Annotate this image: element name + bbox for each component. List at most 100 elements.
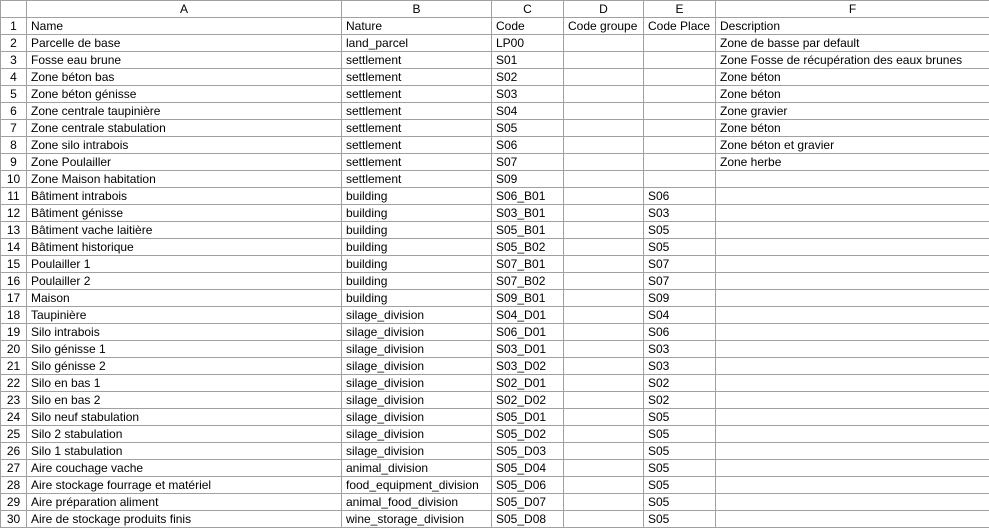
- cell[interactable]: S04: [644, 307, 716, 324]
- row-number[interactable]: 20: [1, 341, 27, 358]
- col-header-b[interactable]: B: [342, 1, 492, 18]
- cell[interactable]: Zone béton génisse: [27, 86, 342, 103]
- cell[interactable]: settlement: [342, 103, 492, 120]
- cell[interactable]: [644, 69, 716, 86]
- cell[interactable]: [716, 188, 989, 205]
- cell[interactable]: S04_D01: [492, 307, 564, 324]
- cell[interactable]: [564, 477, 644, 494]
- cell[interactable]: Zone béton: [716, 69, 989, 86]
- cell[interactable]: Silo en bas 1: [27, 375, 342, 392]
- row-number[interactable]: 25: [1, 426, 27, 443]
- col-header-c[interactable]: C: [492, 1, 564, 18]
- cell[interactable]: [564, 154, 644, 171]
- col-header-a[interactable]: A: [27, 1, 342, 18]
- cell[interactable]: S09: [644, 290, 716, 307]
- cell[interactable]: Silo génisse 1: [27, 341, 342, 358]
- row-number[interactable]: 6: [1, 103, 27, 120]
- cell[interactable]: Poulailler 2: [27, 273, 342, 290]
- row-number[interactable]: 9: [1, 154, 27, 171]
- cell[interactable]: [564, 375, 644, 392]
- cell[interactable]: Description: [716, 18, 989, 35]
- cell[interactable]: S07: [492, 154, 564, 171]
- cell[interactable]: settlement: [342, 154, 492, 171]
- cell[interactable]: S05_B02: [492, 239, 564, 256]
- cell[interactable]: S03: [644, 205, 716, 222]
- cell[interactable]: S07_B02: [492, 273, 564, 290]
- col-header-d[interactable]: D: [564, 1, 644, 18]
- cell[interactable]: silage_division: [342, 443, 492, 460]
- cell[interactable]: [716, 273, 989, 290]
- cell[interactable]: [564, 120, 644, 137]
- cell[interactable]: Fosse eau brune: [27, 52, 342, 69]
- cell[interactable]: S02: [644, 375, 716, 392]
- cell[interactable]: building: [342, 239, 492, 256]
- cell[interactable]: silage_division: [342, 426, 492, 443]
- row-number[interactable]: 12: [1, 205, 27, 222]
- cell[interactable]: [564, 426, 644, 443]
- cell[interactable]: [564, 52, 644, 69]
- cell[interactable]: [644, 103, 716, 120]
- col-header-f[interactable]: F: [716, 1, 989, 18]
- cell[interactable]: animal_food_division: [342, 494, 492, 511]
- cell[interactable]: [716, 290, 989, 307]
- cell[interactable]: S06: [492, 137, 564, 154]
- cell[interactable]: S09_B01: [492, 290, 564, 307]
- cell[interactable]: [716, 171, 989, 188]
- cell[interactable]: land_parcel: [342, 35, 492, 52]
- cell[interactable]: Zone silo intrabois: [27, 137, 342, 154]
- cell[interactable]: [716, 375, 989, 392]
- cell[interactable]: wine_storage_division: [342, 511, 492, 528]
- cell[interactable]: silage_division: [342, 358, 492, 375]
- cell[interactable]: [716, 511, 989, 528]
- row-number[interactable]: 24: [1, 409, 27, 426]
- row-number[interactable]: 14: [1, 239, 27, 256]
- cell[interactable]: [564, 171, 644, 188]
- cell[interactable]: [716, 239, 989, 256]
- cell[interactable]: [716, 324, 989, 341]
- cell[interactable]: building: [342, 205, 492, 222]
- cell[interactable]: Zone béton et gravier: [716, 137, 989, 154]
- cell[interactable]: [564, 324, 644, 341]
- cell[interactable]: Code groupe: [564, 18, 644, 35]
- cell[interactable]: [564, 256, 644, 273]
- cell[interactable]: [644, 86, 716, 103]
- cell[interactable]: [564, 205, 644, 222]
- cell[interactable]: [564, 460, 644, 477]
- cell[interactable]: [716, 477, 989, 494]
- cell[interactable]: Zone Poulailler: [27, 154, 342, 171]
- cell[interactable]: S02: [492, 69, 564, 86]
- cell[interactable]: [564, 222, 644, 239]
- row-number[interactable]: 23: [1, 392, 27, 409]
- cell[interactable]: [564, 392, 644, 409]
- cell[interactable]: S06: [644, 324, 716, 341]
- cell[interactable]: [716, 392, 989, 409]
- cell[interactable]: silage_division: [342, 409, 492, 426]
- cell[interactable]: silage_division: [342, 307, 492, 324]
- cell[interactable]: [564, 137, 644, 154]
- cell[interactable]: building: [342, 256, 492, 273]
- cell[interactable]: Poulailler 1: [27, 256, 342, 273]
- row-number[interactable]: 16: [1, 273, 27, 290]
- cell[interactable]: [716, 443, 989, 460]
- cell[interactable]: Bâtiment génisse: [27, 205, 342, 222]
- cell[interactable]: [716, 426, 989, 443]
- cell[interactable]: Zone centrale stabulation: [27, 120, 342, 137]
- row-number[interactable]: 1: [1, 18, 27, 35]
- cell[interactable]: [716, 256, 989, 273]
- cell[interactable]: [564, 273, 644, 290]
- cell[interactable]: [564, 103, 644, 120]
- cell[interactable]: Zone de basse par default: [716, 35, 989, 52]
- cell[interactable]: [716, 205, 989, 222]
- row-number[interactable]: 15: [1, 256, 27, 273]
- cell[interactable]: S01: [492, 52, 564, 69]
- row-number[interactable]: 22: [1, 375, 27, 392]
- row-number[interactable]: 13: [1, 222, 27, 239]
- row-number[interactable]: 29: [1, 494, 27, 511]
- cell[interactable]: Zone gravier: [716, 103, 989, 120]
- cell[interactable]: [564, 86, 644, 103]
- cell[interactable]: S05_B01: [492, 222, 564, 239]
- cell[interactable]: settlement: [342, 120, 492, 137]
- cell[interactable]: S05_D03: [492, 443, 564, 460]
- cell[interactable]: building: [342, 222, 492, 239]
- cell[interactable]: S05: [644, 511, 716, 528]
